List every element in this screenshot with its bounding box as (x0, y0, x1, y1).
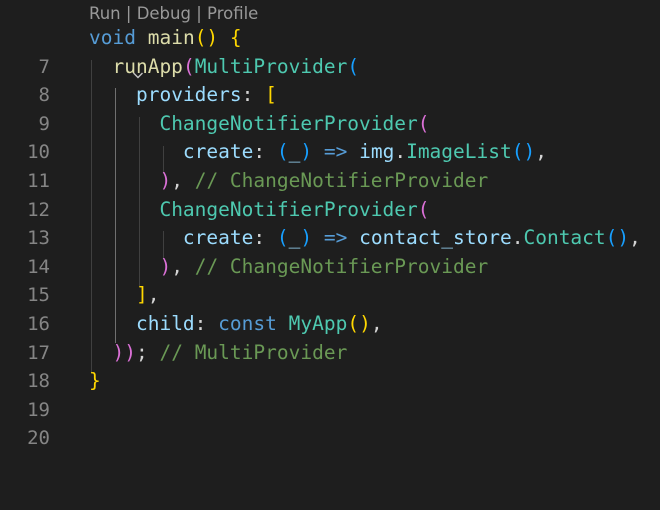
code-line[interactable]: 19 } (0, 367, 660, 421)
code-line[interactable]: 7 void main() { (0, 24, 660, 79)
line-code: } (89, 369, 101, 393)
codelens-profile-link[interactable]: Profile (207, 4, 258, 23)
code-line[interactable]: 13 ChangeNotifierProvider( (0, 196, 660, 250)
codelens: Run | Debug | Profile (89, 4, 259, 23)
line-code: ChangeNotifierProvider( (159, 197, 430, 221)
line-code: ), // ChangeNotifierProvider (159, 169, 489, 192)
chevron-down-icon[interactable] (62, 32, 144, 79)
code-line[interactable]: 20 (0, 396, 660, 449)
line-code: ChangeNotifierProvider( (159, 111, 430, 135)
line-number: 20 (27, 427, 50, 450)
line-code: )); // MultiProvider (112, 340, 348, 364)
line-code: ), // ChangeNotifierProvider (159, 254, 489, 278)
code-line[interactable]: 18 )); // MultiProvider (0, 339, 660, 393)
code-editor[interactable]: Run | Debug | Profile 7 void main() { 8 … (0, 0, 660, 449)
code-line[interactable]: 15 ), // ChangeNotifierProvider (0, 253, 660, 307)
code-line[interactable]: 8 runApp(MultiProvider( (0, 53, 660, 107)
line-code: child: const MyApp(), (135, 312, 383, 335)
code-line[interactable]: 16 ], (0, 281, 660, 335)
line-code: create: (_) => contact_store.Contact(), (182, 226, 641, 250)
code-line[interactable]: 9 providers: [ (0, 81, 660, 135)
codelens-run-link[interactable]: Run (89, 4, 121, 23)
line-code: create: (_) => img.ImageList(), (182, 140, 547, 164)
line-code: ], (135, 283, 160, 307)
code-line[interactable]: 14 create: (_) => contact_store.Contact(… (0, 224, 660, 278)
line-code: providers: [ (135, 83, 277, 107)
codelens-debug-link[interactable]: Debug (137, 4, 191, 23)
code-line[interactable]: 10 ChangeNotifierProvider( (0, 110, 660, 164)
line-code: runApp(MultiProvider( (112, 54, 360, 78)
code-line[interactable]: 12 ), // ChangeNotifierProvider (0, 167, 660, 221)
code-line[interactable]: 17 child: const MyApp(), (0, 310, 660, 364)
code-line[interactable]: 11 create: (_) => img.ImageList(), (0, 138, 660, 192)
line-code: void main() { (89, 26, 242, 49)
